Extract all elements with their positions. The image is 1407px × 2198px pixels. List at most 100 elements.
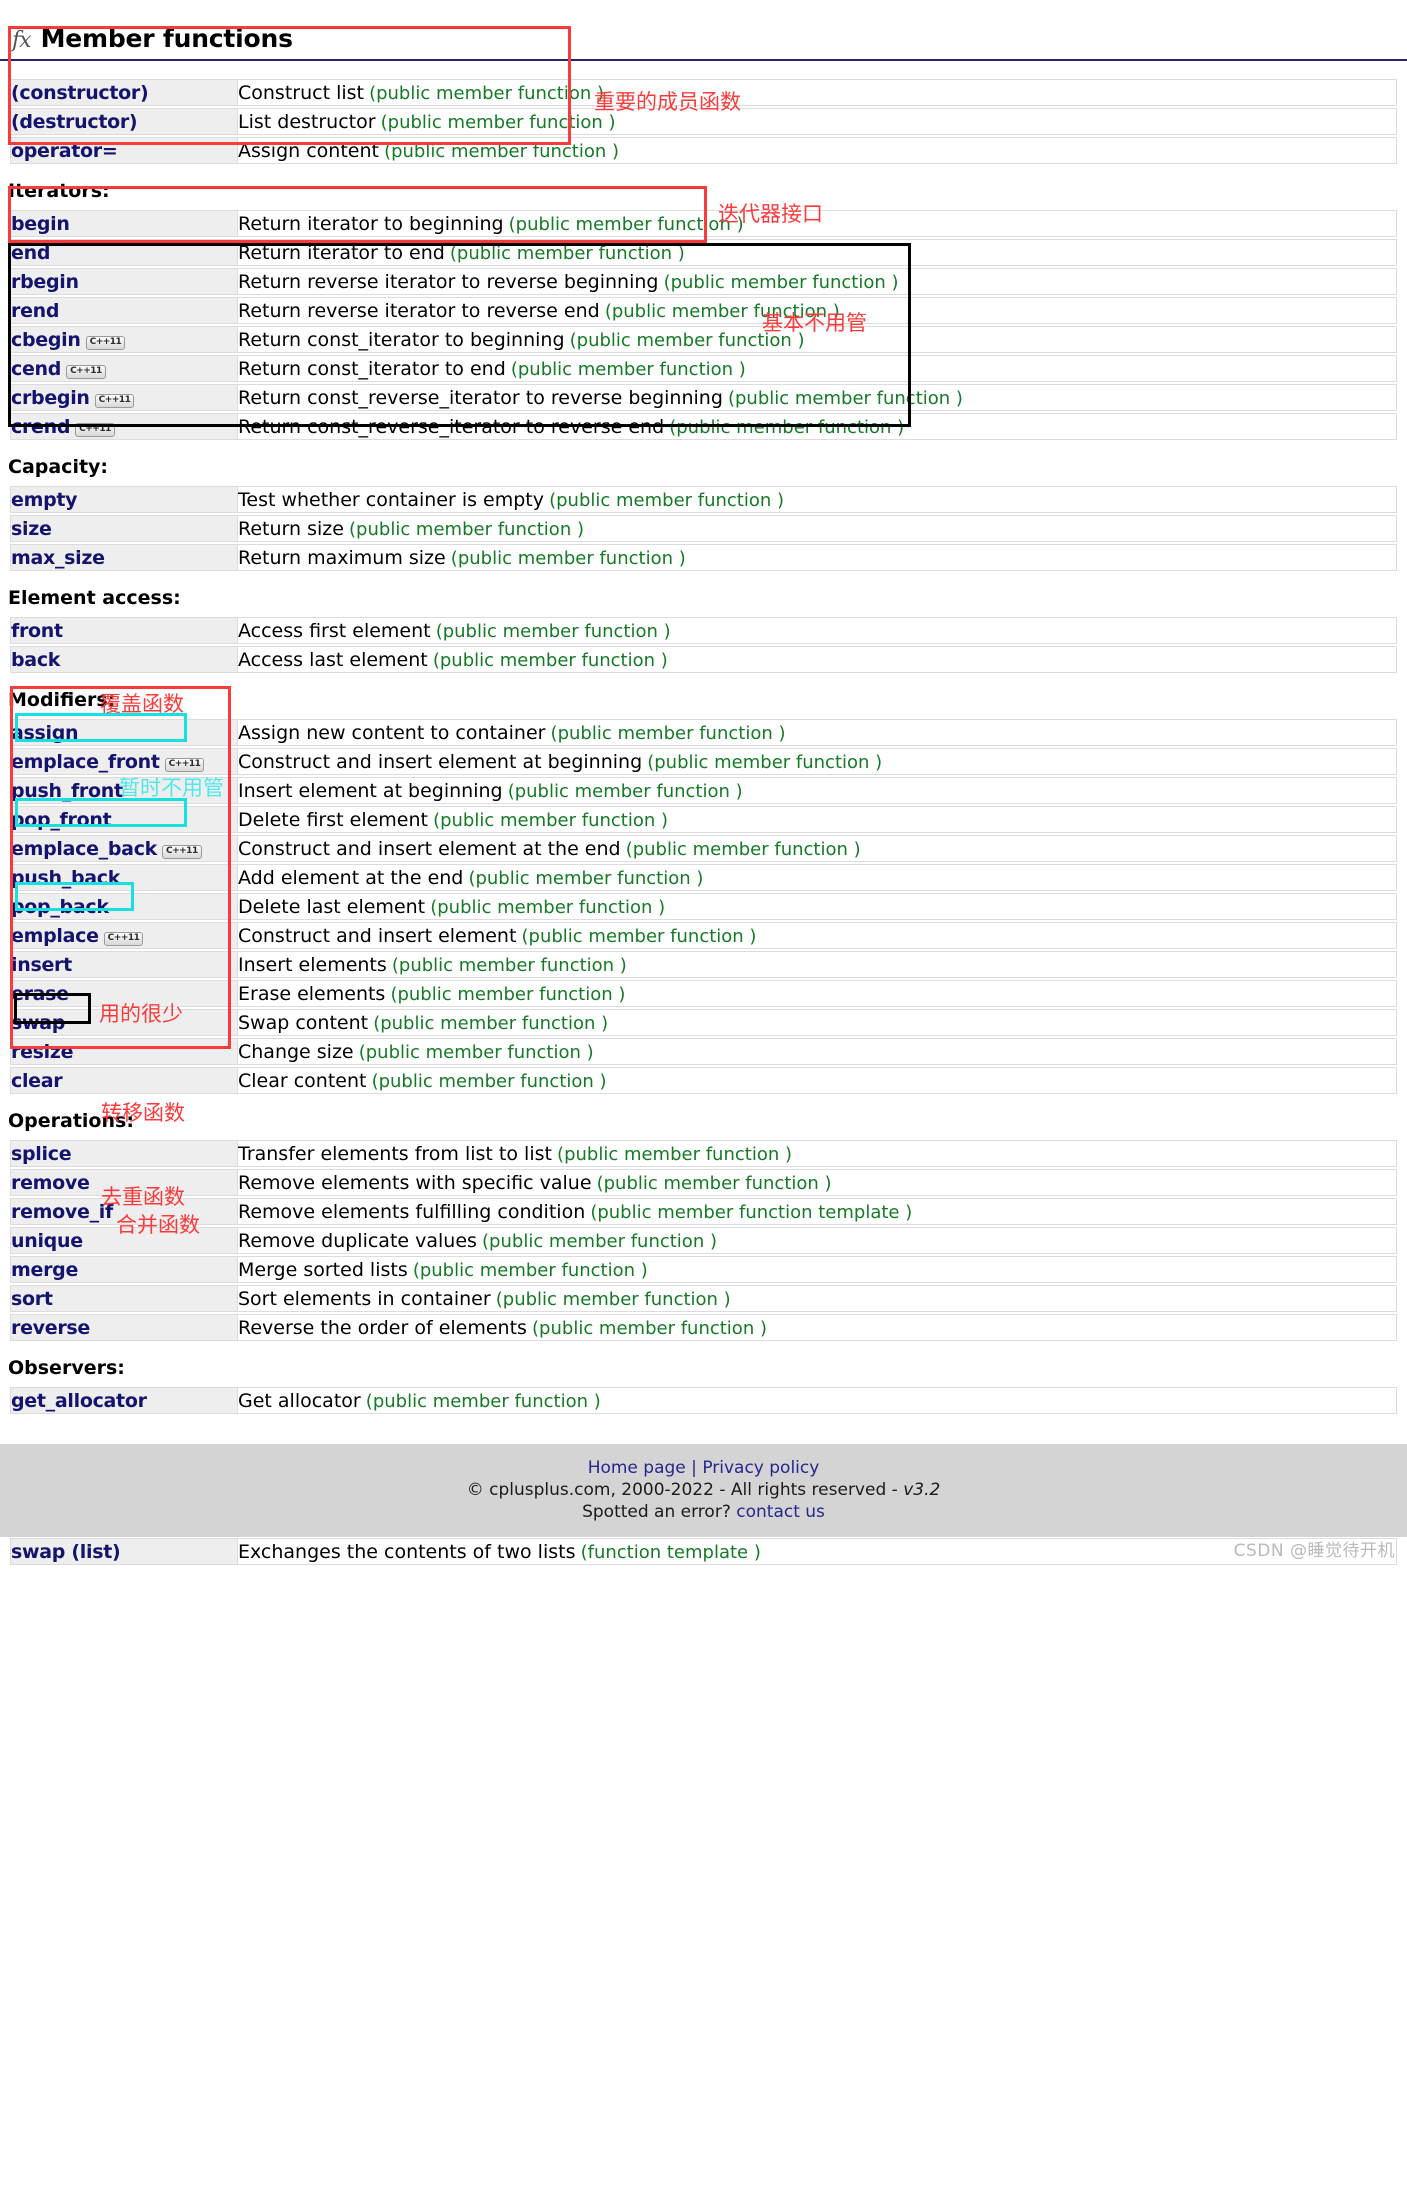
function-name-link[interactable]: swap (list) [11, 1541, 121, 1563]
function-name-link[interactable]: pop_front [11, 809, 112, 831]
function-name-link[interactable]: swap [11, 1012, 65, 1034]
description-kind: (public member function ) [369, 82, 605, 104]
function-name-cell[interactable]: (constructor) [10, 79, 238, 106]
function-name-link[interactable]: crbegin [11, 387, 90, 409]
function-name-link[interactable]: push_front [11, 780, 123, 802]
function-description-cell: Insert elements (public member function … [238, 951, 1397, 978]
function-name-link[interactable]: crend [11, 416, 70, 438]
contact-us-link[interactable]: contact us [736, 1502, 825, 1522]
function-name-link[interactable]: emplace_front [11, 751, 160, 773]
function-name-link[interactable]: remove [11, 1172, 90, 1194]
function-name-link[interactable]: cend [11, 358, 61, 380]
description-kind: (public member function ) [604, 300, 840, 322]
function-name-cell[interactable]: max_size [10, 544, 238, 571]
function-name-link[interactable]: clear [11, 1070, 63, 1092]
function-name-cell[interactable]: unique [10, 1227, 238, 1254]
function-name-cell[interactable]: crend C++11 [10, 413, 238, 440]
function-name-cell[interactable]: emplace_front C++11 [10, 748, 238, 775]
function-name-link[interactable]: unique [11, 1230, 83, 1252]
table-row: erase Erase elements (public member funct… [10, 980, 1397, 1007]
description-kind: (public member function ) [390, 983, 626, 1005]
function-name-cell[interactable]: rbegin [10, 268, 238, 295]
function-name-cell[interactable]: clear [10, 1067, 238, 1094]
function-name-cell[interactable]: assign [10, 719, 238, 746]
privacy-policy-link[interactable]: Privacy policy [702, 1458, 819, 1478]
function-name-link[interactable]: emplace_back [11, 838, 157, 860]
function-name-cell[interactable]: swap (list) [10, 1538, 238, 1565]
function-name-link[interactable]: (constructor) [11, 82, 149, 104]
function-name-link[interactable]: reverse [11, 1317, 90, 1339]
function-name-link[interactable]: erase [11, 983, 69, 1005]
section-header-member-functions: fx Member functions [0, 24, 1407, 61]
function-name-cell[interactable]: begin [10, 210, 238, 237]
function-name-link[interactable]: cbegin [11, 329, 81, 351]
function-name-cell[interactable]: back [10, 646, 238, 673]
function-name-cell[interactable]: rend [10, 297, 238, 324]
function-name-cell[interactable]: push_front [10, 777, 238, 804]
description-kind: (public member function ) [550, 722, 786, 744]
description-kind: (public member function ) [507, 780, 743, 802]
function-name-cell[interactable]: operator= [10, 137, 238, 164]
home-page-link[interactable]: Home page [588, 1458, 686, 1478]
function-name-cell[interactable]: remove [10, 1169, 238, 1196]
function-name-cell[interactable]: emplace_back C++11 [10, 835, 238, 862]
table-row: rend Return reverse iterator to reverse e… [10, 297, 1397, 324]
function-name-link[interactable]: rend [11, 300, 59, 322]
function-name-cell[interactable]: size [10, 515, 238, 542]
function-name-link[interactable]: merge [11, 1259, 78, 1281]
function-name-link[interactable]: insert [11, 954, 72, 976]
function-name-link[interactable]: size [11, 518, 52, 540]
function-name-cell[interactable]: crbegin C++11 [10, 384, 238, 411]
function-name-cell[interactable]: cbegin C++11 [10, 326, 238, 353]
function-name-link[interactable]: pop_back [11, 896, 109, 918]
function-name-cell[interactable]: front [10, 617, 238, 644]
function-name-link[interactable]: end [11, 242, 50, 264]
function-name-cell[interactable]: cend C++11 [10, 355, 238, 382]
function-name-link[interactable]: assign [11, 722, 79, 744]
function-name-cell[interactable]: emplace C++11 [10, 922, 238, 949]
description-text: Access first element [238, 619, 431, 642]
function-name-link[interactable]: emplace [11, 925, 99, 947]
function-name-cell[interactable]: insert [10, 951, 238, 978]
function-name-cell[interactable]: (destructor) [10, 108, 238, 135]
function-name-link[interactable]: get_allocator [11, 1390, 147, 1412]
description-kind: (public member function ) [482, 1230, 717, 1252]
function-name-cell[interactable]: reverse [10, 1314, 238, 1341]
table-row: reverse Reverse the order of elements (pu… [10, 1314, 1397, 1341]
function-name-cell[interactable]: swap [10, 1009, 238, 1036]
function-name-cell[interactable]: splice [10, 1140, 238, 1167]
table-row: push_back Add element at the end (public … [10, 864, 1397, 891]
table-row: insert Insert elements (public member fun… [10, 951, 1397, 978]
function-name-link[interactable]: resize [11, 1041, 74, 1063]
table-row: cbegin C++11 Return const_iterator to begi… [10, 326, 1397, 353]
function-description-cell: Merge sorted lists (public member functi… [238, 1256, 1397, 1283]
function-name-link[interactable]: remove_if [11, 1201, 113, 1223]
function-name-link[interactable]: splice [11, 1143, 72, 1165]
function-name-cell[interactable]: remove_if [10, 1198, 238, 1225]
function-name-link[interactable]: operator= [11, 140, 118, 162]
function-name-link[interactable]: empty [11, 489, 78, 511]
function-description-cell: Exchanges the contents of two lists (fun… [238, 1538, 1397, 1565]
function-name-cell[interactable]: push_back [10, 864, 238, 891]
function-name-cell[interactable]: erase [10, 980, 238, 1007]
function-name-link[interactable]: max_size [11, 547, 105, 569]
function-name-cell[interactable]: empty [10, 486, 238, 513]
function-name-link[interactable]: rbegin [11, 271, 79, 293]
description-kind: (public member function ) [380, 111, 616, 133]
function-name-cell[interactable]: pop_back [10, 893, 238, 920]
description-kind: (public member function ) [669, 416, 905, 438]
function-name-cell[interactable]: get_allocator [10, 1387, 238, 1414]
function-name-cell[interactable]: merge [10, 1256, 238, 1283]
function-name-link[interactable]: push_back [11, 867, 120, 889]
description-text: Assign new content to container [238, 721, 546, 744]
function-name-cell[interactable]: pop_front [10, 806, 238, 833]
function-name-cell[interactable]: sort [10, 1285, 238, 1312]
function-name-link[interactable]: front [11, 620, 63, 642]
function-description-cell: Remove duplicate values (public member f… [238, 1227, 1397, 1254]
function-name-link[interactable]: begin [11, 213, 70, 235]
function-name-link[interactable]: sort [11, 1288, 53, 1310]
function-name-link[interactable]: (destructor) [11, 111, 138, 133]
function-name-cell[interactable]: resize [10, 1038, 238, 1065]
function-name-link[interactable]: back [11, 649, 60, 671]
function-name-cell[interactable]: end [10, 239, 238, 266]
